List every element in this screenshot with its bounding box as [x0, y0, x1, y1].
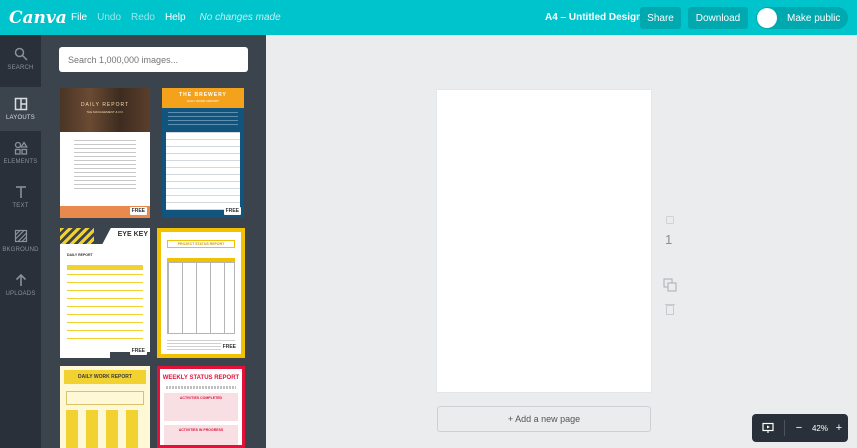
menu-redo[interactable]: Redo [131, 12, 155, 23]
rail-item-uploads[interactable]: UPLOADS [0, 263, 41, 307]
template-subtitle: THE MANAGEMENT & CO. [86, 110, 124, 114]
template-table [166, 132, 240, 210]
template-subtitle-line [166, 386, 236, 389]
template-daily-report[interactable]: DAILY REPORT THE MANAGEMENT & CO. FREE [60, 88, 150, 218]
text-icon [15, 186, 26, 198]
search-icon [14, 47, 28, 61]
template-info-box [66, 391, 144, 405]
template-subtitle: DAILY WORK REPORT [187, 99, 219, 103]
save-status: No changes made [199, 12, 281, 23]
template-columns [167, 262, 235, 334]
template-info-lines [168, 112, 238, 128]
zoom-divider [784, 420, 785, 436]
template-header-band [162, 88, 244, 108]
template-stripes [60, 228, 94, 244]
template-lines [67, 274, 143, 340]
move-up-icon[interactable] [666, 216, 674, 224]
design-page[interactable] [437, 90, 651, 392]
rail-label-layouts: LAYOUTS [6, 115, 35, 121]
menu-undo[interactable]: Undo [97, 12, 121, 23]
rail-item-layouts[interactable]: LAYOUTS [0, 87, 41, 131]
page-number: 1 [665, 232, 673, 247]
layouts-panel: DAILY REPORT THE MANAGEMENT & CO. FREE T… [41, 35, 266, 448]
elements-icon [14, 141, 28, 155]
rail-label-text: TEXT [12, 203, 29, 209]
template-columns [66, 410, 144, 448]
template-section-label: ACTIVITIES IN PROGRESS [178, 428, 224, 432]
template-yellow-bar [67, 265, 143, 270]
zoom-in-button[interactable]: + [835, 422, 843, 434]
toggle-knob [757, 8, 777, 28]
layouts-icon [14, 97, 27, 111]
delete-page-icon[interactable] [665, 303, 675, 315]
template-eye-key[interactable]: EYE KEY DAILY REPORT FREE [60, 228, 150, 358]
rail-item-text[interactable]: TEXT [0, 175, 41, 219]
make-public-toggle[interactable]: Make public [756, 7, 848, 29]
template-subtitle: DAILY REPORT [67, 253, 93, 257]
template-weekly-status[interactable]: WEEKLY STATUS REPORT ACTIVITIES COMPLETE… [157, 366, 245, 448]
rail-item-background[interactable]: BKGROUND [0, 219, 41, 263]
rail-label-elements: ELEMENTS [3, 159, 38, 165]
template-title: WEEKLY STATUS REPORT [162, 375, 240, 381]
template-brewery[interactable]: THE BREWERY DAILY WORK REPORT FREE [162, 88, 244, 218]
zoom-level[interactable]: 42% [809, 424, 831, 433]
make-public-label: Make public [787, 12, 841, 24]
image-search-input[interactable] [59, 47, 248, 72]
rail-label-search: SEARCH [7, 65, 34, 71]
side-rail: SEARCH LAYOUTS ELEMENTS TEXT BKGROUND UP… [0, 35, 41, 448]
free-badge: FREE [223, 207, 241, 215]
zoom-out-button[interactable]: − [795, 422, 803, 434]
free-badge: FREE [220, 343, 238, 351]
template-title: EYE KEY [117, 231, 148, 238]
background-icon [14, 229, 27, 243]
rail-item-elements[interactable]: ELEMENTS [0, 131, 41, 175]
template-title: DAILY WORK REPORT [78, 374, 132, 380]
top-bar: Canva File Undo Redo Help No changes mad… [0, 0, 857, 35]
template-daily-work-report[interactable]: DAILY WORK REPORT [60, 366, 150, 448]
menu-help[interactable]: Help [165, 12, 186, 23]
share-button[interactable]: Share [640, 7, 681, 29]
template-section-label: ACTIVITIES COMPLETED [179, 396, 223, 400]
free-badge: FREE [129, 347, 147, 355]
template-title: PROJECT STATUS REPORT [177, 242, 225, 246]
zoom-control: − 42% + [752, 414, 848, 442]
rail-label-background: BKGROUND [2, 247, 39, 253]
free-badge: FREE [129, 207, 147, 215]
menu-file[interactable]: File [71, 12, 87, 23]
template-title: DAILY REPORT [80, 102, 130, 108]
copy-page-icon[interactable] [663, 278, 677, 292]
add-new-page-button[interactable]: + Add a new page [437, 406, 651, 432]
top-menu: File Undo Redo Help No changes made [61, 0, 281, 35]
template-project-status[interactable]: PROJECT STATUS REPORT FREE [157, 228, 245, 358]
document-title[interactable]: A4 – Untitled Design [545, 12, 642, 23]
rail-label-uploads: UPLOADS [5, 291, 36, 297]
template-body-text [74, 140, 136, 190]
presentation-icon[interactable] [762, 422, 774, 434]
upload-icon [15, 273, 26, 286]
template-title: THE BREWERY [179, 92, 227, 98]
canva-logo[interactable]: Canva [9, 8, 67, 28]
rail-item-search[interactable]: SEARCH [0, 37, 41, 81]
download-button[interactable]: Download [688, 7, 748, 29]
